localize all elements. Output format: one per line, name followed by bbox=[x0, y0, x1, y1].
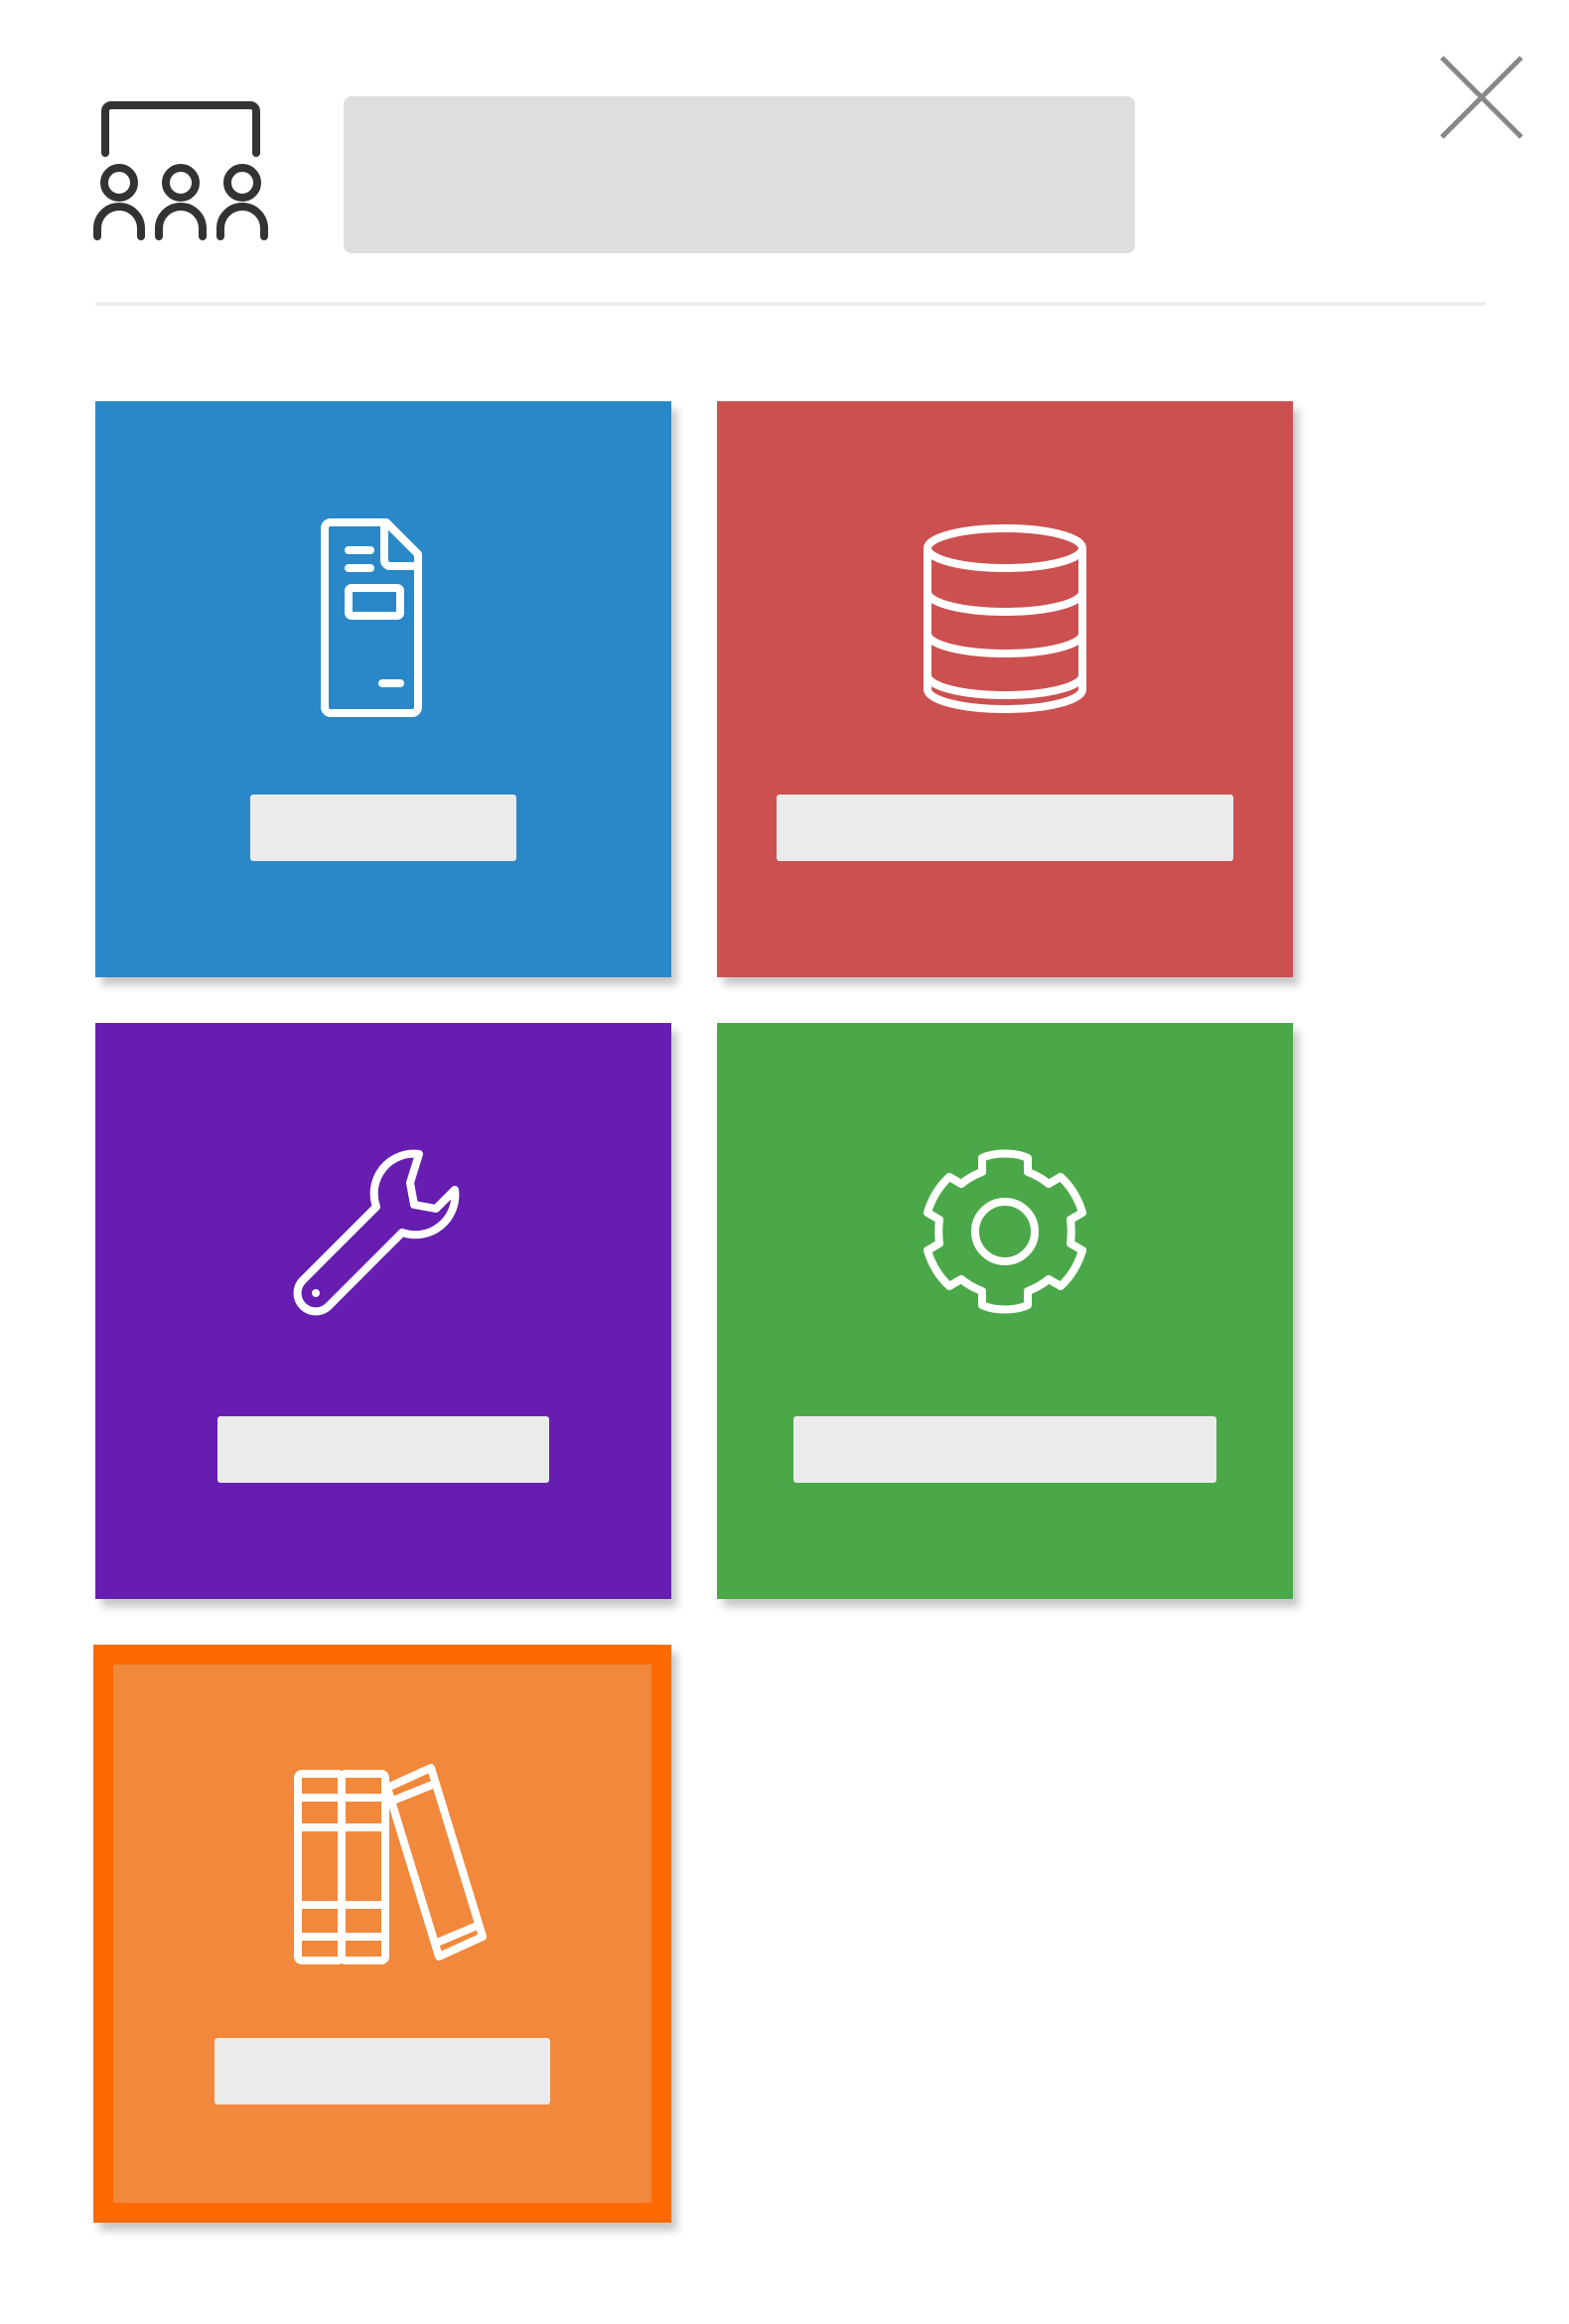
tile-forms[interactable] bbox=[95, 401, 671, 977]
database-icon bbox=[901, 512, 1109, 721]
books-icon bbox=[278, 1756, 487, 1964]
tile-label bbox=[793, 1416, 1216, 1483]
group-presentation-icon bbox=[93, 99, 268, 242]
document-form-icon bbox=[279, 512, 488, 721]
gear-icon bbox=[901, 1134, 1109, 1343]
tile-label bbox=[777, 795, 1233, 861]
tile-label bbox=[214, 2038, 550, 2105]
tile-library[interactable] bbox=[93, 1645, 671, 2223]
close-button[interactable] bbox=[1434, 50, 1529, 145]
tile-tools[interactable] bbox=[95, 1023, 671, 1599]
page-title bbox=[344, 96, 1135, 253]
tile-label bbox=[250, 795, 516, 861]
close-icon bbox=[1440, 56, 1523, 139]
wrench-icon bbox=[279, 1134, 488, 1343]
tile-label bbox=[217, 1416, 549, 1483]
tile-settings[interactable] bbox=[717, 1023, 1293, 1599]
header-divider bbox=[95, 302, 1486, 306]
tile-database[interactable] bbox=[717, 401, 1293, 977]
